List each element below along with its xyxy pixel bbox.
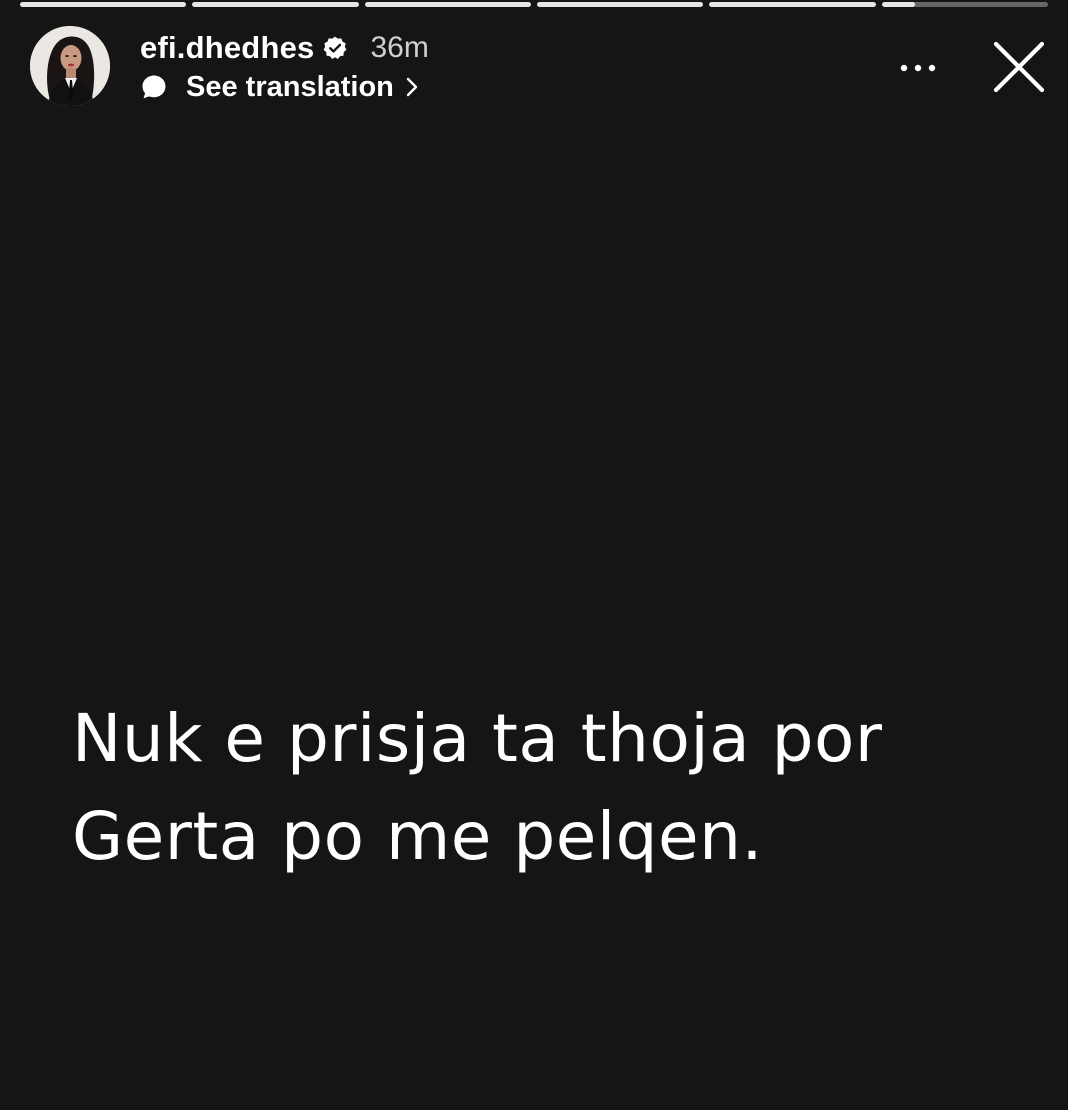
progress-segment [20, 2, 187, 7]
story-header: efi.dhedhes 36m See translation [30, 26, 1046, 108]
chevron-right-icon [404, 76, 420, 98]
caption-line: Nuk e prisja ta thoja por [72, 700, 883, 777]
progress-fill [536, 2, 704, 7]
story-progress-bar [20, 2, 1048, 7]
progress-fill [192, 2, 359, 7]
progress-segment [536, 2, 704, 7]
post-time: 36m [370, 31, 429, 64]
progress-fill [709, 2, 876, 7]
avatar-image [30, 26, 110, 106]
progress-segment [364, 2, 531, 7]
verified-badge-icon [322, 35, 348, 61]
more-options-button[interactable] [894, 48, 942, 88]
progress-fill [20, 2, 187, 7]
avatar[interactable] [30, 26, 110, 106]
caption-line: Gerta po me pelqen. [72, 798, 763, 875]
story-viewer[interactable]: efi.dhedhes 36m See translation Nuk e pr… [0, 0, 1068, 1110]
user-row: efi.dhedhes 36m [140, 28, 429, 68]
speech-bubble-icon [140, 73, 168, 101]
progress-segment [192, 2, 359, 7]
progress-segment [709, 2, 876, 7]
see-translation-label: See translation [186, 70, 394, 103]
username[interactable]: efi.dhedhes [140, 30, 314, 66]
progress-segment [881, 2, 1048, 7]
story-caption: Nuk e prisja ta thoja por Gerta po me pe… [72, 690, 972, 886]
more-horizontal-icon [900, 64, 936, 72]
progress-fill [364, 2, 531, 7]
close-icon [993, 41, 1045, 93]
progress-fill [881, 2, 915, 7]
see-translation-button[interactable]: See translation [140, 68, 420, 106]
close-button[interactable] [992, 40, 1046, 94]
